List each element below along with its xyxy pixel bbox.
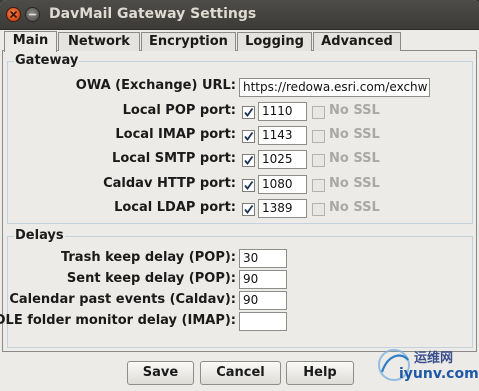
smtp-no-ssl-label: No SSL bbox=[329, 151, 380, 166]
ldap-port-label: Local LDAP port: bbox=[114, 200, 236, 215]
checkmark-icon bbox=[244, 107, 254, 117]
minimize-icon bbox=[28, 13, 37, 16]
cancel-button[interactable]: Cancel bbox=[200, 361, 281, 385]
pop-port-enable-checkbox[interactable] bbox=[242, 106, 255, 119]
delays-group-title: Delays bbox=[14, 228, 65, 243]
save-button[interactable]: Save bbox=[127, 361, 194, 385]
pop-no-ssl-label: No SSL bbox=[329, 103, 380, 118]
davmail-settings-window: DavMail Gateway Settings Gateway Delays … bbox=[0, 0, 479, 391]
pop-no-ssl-checkbox[interactable] bbox=[312, 106, 325, 119]
window-title: DavMail Gateway Settings bbox=[49, 6, 257, 22]
sent-keep-delay-input[interactable]: 90 bbox=[239, 270, 287, 289]
ldap-no-ssl-checkbox[interactable] bbox=[312, 203, 325, 216]
imap-port-input[interactable]: 1143 bbox=[258, 126, 307, 145]
pop-port-label: Local POP port: bbox=[122, 103, 236, 118]
window-minimize-button[interactable] bbox=[25, 7, 40, 22]
caldav-port-input[interactable]: 1080 bbox=[258, 175, 307, 194]
caldav-no-ssl-label: No SSL bbox=[329, 176, 380, 191]
checkmark-icon bbox=[244, 131, 254, 141]
gateway-group-title: Gateway bbox=[14, 53, 80, 68]
checkmark-icon bbox=[244, 180, 254, 190]
ldap-port-enable-checkbox[interactable] bbox=[242, 203, 255, 216]
caldav-no-ssl-checkbox[interactable] bbox=[312, 179, 325, 192]
window-close-button[interactable] bbox=[6, 7, 21, 22]
calendar-past-events-input[interactable]: 90 bbox=[239, 291, 287, 310]
tab-advanced[interactable]: Advanced bbox=[313, 32, 401, 51]
watermark-text-cn: 运维网 bbox=[414, 351, 454, 366]
imap-port-enable-checkbox[interactable] bbox=[242, 130, 255, 143]
smtp-no-ssl-checkbox[interactable] bbox=[312, 154, 325, 167]
imap-port-label: Local IMAP port: bbox=[115, 127, 236, 142]
smtp-port-input[interactable]: 1025 bbox=[258, 150, 307, 169]
ldap-port-input[interactable]: 1389 bbox=[258, 199, 307, 218]
checkmark-icon bbox=[244, 204, 254, 214]
smtp-port-label: Local SMTP port: bbox=[112, 151, 236, 166]
sent-keep-delay-label: Sent keep delay (POP): bbox=[66, 271, 236, 286]
tab-logging[interactable]: Logging bbox=[237, 32, 312, 51]
smtp-port-enable-checkbox[interactable] bbox=[242, 154, 255, 167]
imap-no-ssl-checkbox[interactable] bbox=[312, 130, 325, 143]
owa-url-label: OWA (Exchange) URL: bbox=[75, 78, 236, 93]
idle-folder-monitor-delay-label: IDLE folder monitor delay (IMAP): bbox=[0, 313, 236, 328]
pop-port-input[interactable]: 1110 bbox=[258, 102, 307, 121]
owa-url-input[interactable]: https://redowa.esri.com/exchw bbox=[239, 78, 430, 97]
tab-network[interactable]: Network bbox=[58, 32, 140, 51]
close-icon bbox=[10, 11, 17, 18]
tab-main[interactable]: Main bbox=[4, 31, 57, 52]
trash-keep-delay-label: Trash keep delay (POP): bbox=[60, 250, 236, 265]
tab-encryption[interactable]: Encryption bbox=[141, 32, 236, 51]
caldav-port-label: Caldav HTTP port: bbox=[103, 176, 236, 191]
calendar-past-events-label: Calendar past events (Caldav): bbox=[9, 292, 236, 307]
imap-no-ssl-label: No SSL bbox=[329, 127, 380, 142]
checkmark-icon bbox=[244, 155, 254, 165]
title-bar: DavMail Gateway Settings bbox=[0, 0, 479, 30]
ldap-no-ssl-label: No SSL bbox=[329, 200, 380, 215]
caldav-port-enable-checkbox[interactable] bbox=[242, 179, 255, 192]
watermark-text-url: iyunv.com bbox=[399, 366, 479, 382]
trash-keep-delay-input[interactable]: 30 bbox=[239, 249, 287, 268]
help-button[interactable]: Help bbox=[286, 361, 354, 385]
idle-folder-monitor-delay-input[interactable] bbox=[239, 312, 287, 331]
